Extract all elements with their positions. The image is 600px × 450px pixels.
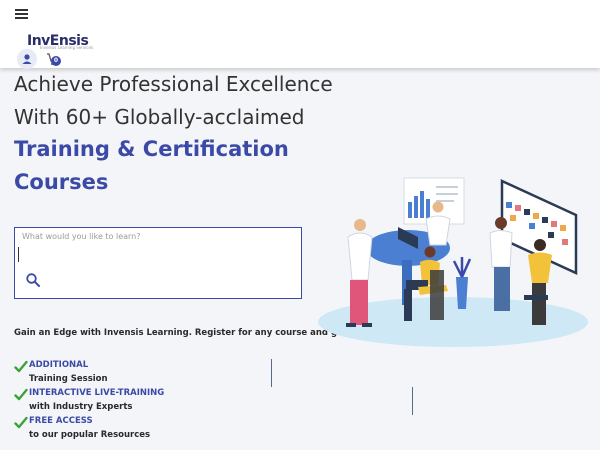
benefit-subtitle: to our popular Resources bbox=[29, 430, 151, 440]
hero-illustration bbox=[318, 177, 588, 347]
check-icon bbox=[14, 360, 28, 373]
benefit-title: INTERACTIVE LIVE-TRAINING bbox=[29, 388, 165, 398]
search-input[interactable]: What would you like to learn? bbox=[14, 227, 302, 299]
hero-highlight-1: Training & Certification bbox=[14, 137, 289, 161]
text-caret bbox=[18, 247, 19, 262]
benefit-title: ADDITIONAL bbox=[29, 360, 89, 370]
site-header: InvEnsis Invensis Learning Services 0 bbox=[0, 0, 600, 69]
hero-line-2: With 60+ Globally-acclaimed bbox=[14, 105, 305, 129]
user-icon[interactable] bbox=[17, 49, 37, 69]
cart-count-badge: 0 bbox=[51, 56, 61, 66]
check-icon bbox=[14, 416, 28, 429]
check-icon bbox=[14, 388, 28, 401]
benefit-subtitle: Training Session bbox=[29, 374, 108, 384]
search-placeholder: What would you like to learn? bbox=[22, 232, 141, 241]
hamburger-menu-icon[interactable] bbox=[15, 9, 28, 19]
benefit-title: FREE ACCESS bbox=[29, 416, 93, 426]
search-icon[interactable] bbox=[25, 272, 41, 288]
hero-highlight-2: Courses bbox=[14, 170, 109, 194]
benefit-item: INTERACTIVE LIVE-TRAINING with Industry … bbox=[14, 386, 274, 414]
benefit-item: ADDITIONAL Training Session bbox=[14, 358, 274, 386]
divider bbox=[412, 387, 413, 415]
benefit-subtitle: with Industry Experts bbox=[29, 402, 133, 412]
promo-text: Gain an Edge with Invensis Learning. Reg… bbox=[14, 328, 347, 338]
divider bbox=[271, 359, 272, 387]
hero-line-1: Achieve Professional Excellence bbox=[14, 72, 333, 96]
benefit-item: FREE ACCESS to our popular Resources bbox=[14, 414, 274, 442]
